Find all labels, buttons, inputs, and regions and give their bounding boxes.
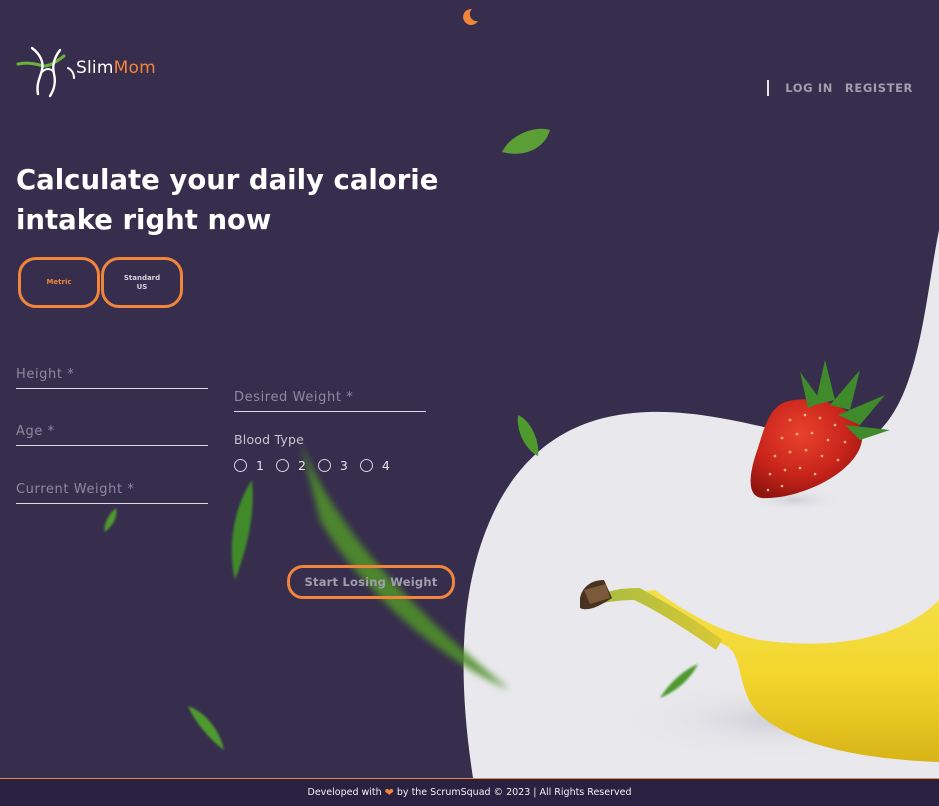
standard-us-unit-button[interactable]: Standard US <box>101 257 183 308</box>
current-weight-input[interactable] <box>16 482 208 504</box>
logo-link[interactable]: SlimMom <box>14 44 184 100</box>
blood-type-radio-4[interactable] <box>359 459 373 472</box>
start-losing-weight-button[interactable]: Start Losing Weight <box>287 565 455 599</box>
login-link[interactable]: LOG IN <box>785 81 833 95</box>
footer-prefix: Developed with <box>307 787 382 798</box>
blood-type-option-1[interactable]: 1 <box>234 458 264 473</box>
page-title: Calculate your daily calorie intake righ… <box>16 164 439 236</box>
current-weight-field-wrapper <box>16 478 208 504</box>
age-input[interactable] <box>16 424 208 446</box>
figure-icon <box>16 46 75 98</box>
height-field-wrapper <box>16 363 208 389</box>
blood-type-option-2[interactable]: 2 <box>275 458 306 473</box>
blood-type-label: Blood Type <box>234 432 304 447</box>
heart-icon: ❤ <box>384 786 394 799</box>
moon-icon <box>463 8 478 25</box>
blood-type-option-label: 4 <box>381 458 390 473</box>
blood-type-option-label: 1 <box>256 458 264 473</box>
desired-weight-input[interactable] <box>234 390 426 412</box>
register-link[interactable]: REGISTER <box>845 81 913 95</box>
metric-unit-label: Metric <box>46 278 72 286</box>
auth-nav: LOG IN REGISTER <box>767 80 913 96</box>
standard-unit-label-line2: US <box>136 282 148 291</box>
blood-type-radio-2[interactable] <box>275 459 289 472</box>
background-decoration <box>104 128 939 778</box>
blood-type-options: 1 2 3 4 <box>234 458 402 473</box>
page: SlimMom LOG IN REGISTER Calculate your d… <box>0 0 939 806</box>
blood-type-option-4[interactable]: 4 <box>359 458 390 473</box>
height-input[interactable] <box>16 367 208 389</box>
blood-type-option-label: 3 <box>339 458 348 473</box>
footer-suffix: by the ScrumSquad © 2023 | All Rights Re… <box>396 787 632 798</box>
blood-type-radio-3[interactable] <box>317 459 331 472</box>
blood-type-radio-1[interactable] <box>234 459 247 472</box>
metric-unit-button[interactable]: Metric <box>18 257 100 308</box>
desired-weight-field-wrapper <box>234 386 426 412</box>
logo-text: SlimMom <box>76 58 156 78</box>
blood-type-option-3[interactable]: 3 <box>317 458 348 473</box>
blood-type-group: Blood Type 1 2 3 4 <box>234 432 402 473</box>
logo-text-slim: Slim <box>76 58 114 78</box>
nav-divider <box>767 80 770 96</box>
age-field-wrapper <box>16 420 208 446</box>
logo-text-mom: Mom <box>113 58 156 78</box>
footer: Developed with ❤ by the ScrumSquad © 202… <box>0 778 939 806</box>
standard-unit-label-line1: Standard <box>123 273 161 282</box>
blood-type-option-label: 2 <box>297 458 306 473</box>
theme-toggle-button[interactable] <box>459 6 481 28</box>
